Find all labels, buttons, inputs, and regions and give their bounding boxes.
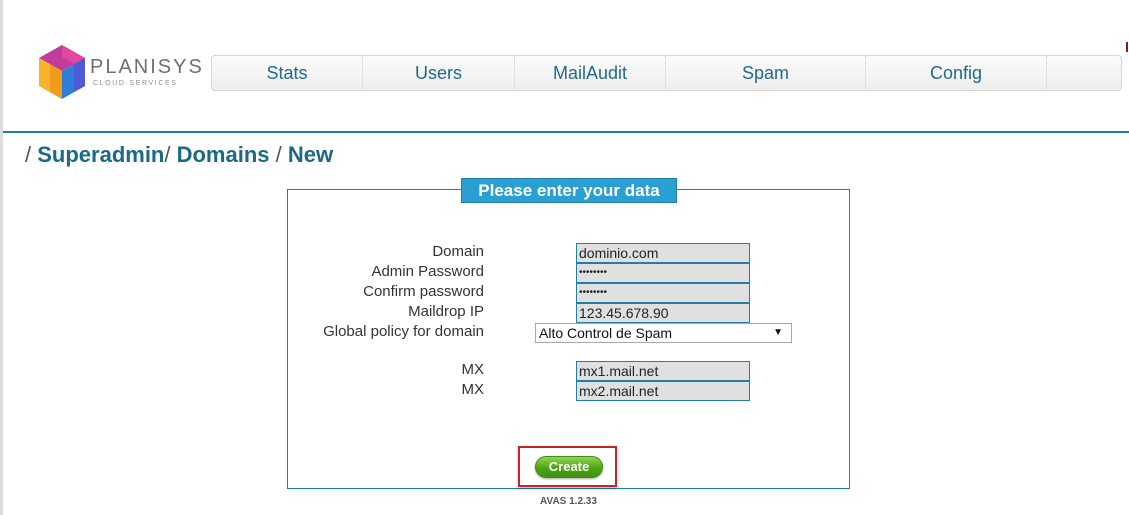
nav-item-mailaudit[interactable]: MailAudit: [515, 56, 666, 90]
header-divider: [3, 131, 1129, 133]
nav-item-empty: [1047, 56, 1121, 90]
domain-input[interactable]: dominio.com: [576, 243, 750, 263]
nav-item-users[interactable]: Users: [363, 56, 515, 90]
mx1-label: MX: [461, 361, 485, 378]
maildrop-ip-label: Maildrop IP: [408, 303, 484, 320]
confirm-password-input[interactable]: ••••••••: [576, 283, 750, 303]
breadcrumb-prefix: /: [25, 142, 38, 167]
global-policy-value: Alto Control de Spam: [539, 325, 673, 341]
planisys-logo[interactable]: PLANISYS CLOUD·SERVICES: [36, 44, 206, 102]
version-label: AVAS 1.2.33: [540, 496, 597, 507]
mx2-label: MX: [461, 381, 485, 398]
admin-password-label: Admin Password: [371, 263, 484, 280]
domain-label: Domain: [432, 243, 484, 260]
breadcrumb-domains[interactable]: Domains: [177, 142, 270, 167]
global-policy-select[interactable]: Alto Control de Spam ▼: [535, 323, 792, 343]
corner-mark: [1126, 42, 1128, 52]
nav-item-config[interactable]: Config: [866, 56, 1047, 90]
form-legend: Please enter your data: [461, 178, 677, 203]
breadcrumb: / Superadmin/ Domains / New: [25, 142, 333, 168]
nav-item-stats[interactable]: Stats: [212, 56, 363, 90]
breadcrumb-current: New: [287, 142, 334, 167]
breadcrumb-separator: /: [269, 142, 288, 167]
main-nav: Stats Users MailAudit Spam Config: [211, 55, 1122, 91]
mx1-input[interactable]: mx1.mail.net: [576, 361, 750, 381]
create-button[interactable]: Create: [535, 456, 603, 478]
breadcrumb-superadmin[interactable]: Superadmin: [37, 142, 164, 167]
global-policy-label: Global policy for domain: [323, 323, 484, 340]
admin-password-input[interactable]: ••••••••: [576, 263, 750, 283]
nav-item-spam[interactable]: Spam: [666, 56, 866, 90]
mx2-input[interactable]: mx2.mail.net: [576, 381, 750, 401]
brand-name: PLANISYS: [90, 56, 204, 78]
maildrop-ip-input[interactable]: 123.45.678.90: [576, 303, 750, 323]
dropdown-arrow-icon: ▼: [773, 327, 783, 338]
confirm-password-label: Confirm password: [363, 283, 484, 300]
breadcrumb-separator: /: [164, 142, 177, 167]
cube-logo-icon: [39, 45, 85, 99]
window-left-edge: [0, 0, 3, 515]
brand-tagline: CLOUD·SERVICES: [93, 80, 178, 87]
